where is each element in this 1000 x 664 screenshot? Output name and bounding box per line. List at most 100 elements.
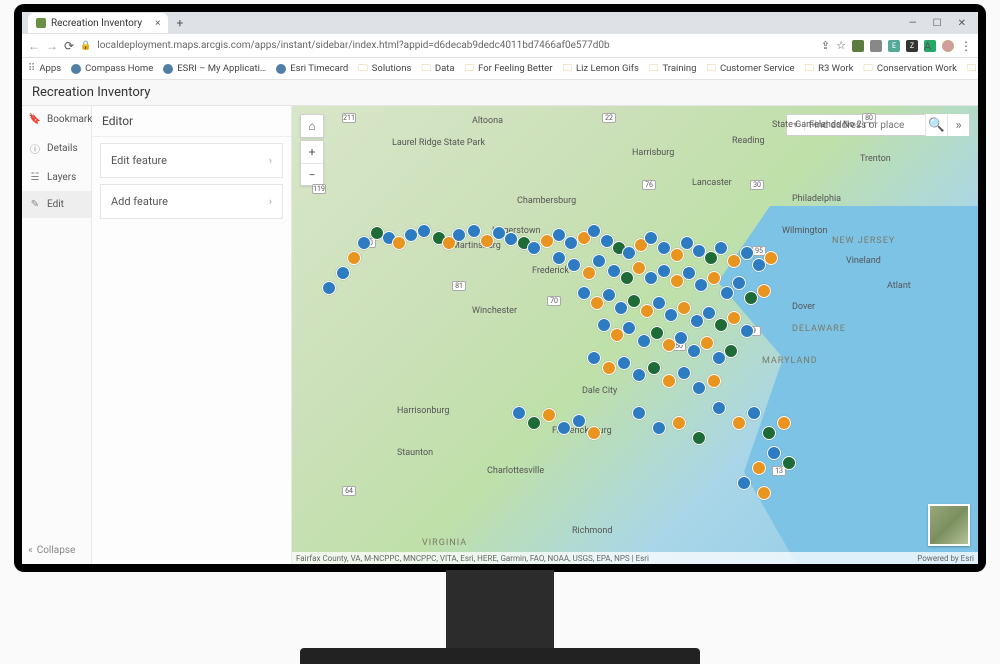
map-marker[interactable] bbox=[732, 416, 746, 430]
bookmark-folder[interactable]: 🗀Customer Service bbox=[706, 61, 794, 77]
sidebar-item-layers[interactable]: ☱Layers bbox=[22, 164, 91, 191]
bookmark-folder[interactable]: 🗀Solutions bbox=[358, 61, 411, 77]
map-marker[interactable] bbox=[637, 334, 651, 348]
map-marker[interactable] bbox=[587, 426, 601, 440]
map-marker[interactable] bbox=[727, 254, 741, 268]
window-max-icon[interactable]: ☐ bbox=[927, 16, 948, 31]
window-close-icon[interactable]: ✕ bbox=[952, 16, 972, 31]
map-marker[interactable] bbox=[732, 276, 746, 290]
reload-icon[interactable]: ⟳ bbox=[64, 39, 74, 53]
map-marker[interactable] bbox=[692, 381, 706, 395]
bookmark-folder[interactable]: 🗀For Feeling Better bbox=[465, 61, 553, 77]
map-marker[interactable] bbox=[607, 264, 621, 278]
map-marker[interactable] bbox=[777, 416, 791, 430]
profile-avatar[interactable] bbox=[942, 40, 954, 52]
map-marker[interactable] bbox=[727, 311, 741, 325]
zoom-in-button[interactable]: + bbox=[301, 141, 323, 163]
basemap-toggle[interactable] bbox=[928, 504, 970, 546]
map-marker[interactable] bbox=[752, 461, 766, 475]
map-marker[interactable] bbox=[617, 356, 631, 370]
map-marker[interactable] bbox=[744, 291, 758, 305]
bookmark-item[interactable]: Compass Home bbox=[71, 63, 153, 74]
map-marker[interactable] bbox=[632, 368, 646, 382]
forward-icon[interactable]: → bbox=[46, 39, 58, 53]
map-marker[interactable] bbox=[762, 426, 776, 440]
edit-feature-button[interactable]: Edit feature› bbox=[100, 143, 283, 178]
map-marker[interactable] bbox=[740, 324, 754, 338]
map-marker[interactable] bbox=[417, 224, 431, 238]
map-marker[interactable] bbox=[720, 286, 734, 300]
map-marker[interactable] bbox=[602, 361, 616, 375]
map-marker[interactable] bbox=[644, 231, 658, 245]
collapse-button[interactable]: «Collapse bbox=[22, 537, 91, 564]
map-marker[interactable] bbox=[620, 271, 634, 285]
map-marker[interactable] bbox=[757, 284, 771, 298]
map-marker[interactable] bbox=[652, 296, 666, 310]
sidebar-item-details[interactable]: ⓘDetails bbox=[22, 133, 91, 164]
map-marker[interactable] bbox=[357, 236, 371, 250]
map-marker[interactable] bbox=[714, 241, 728, 255]
bookmark-item[interactable]: ESRI – My Applicati… bbox=[163, 63, 266, 74]
map-marker[interactable] bbox=[764, 251, 778, 265]
add-feature-button[interactable]: Add feature› bbox=[100, 184, 283, 219]
map-marker[interactable] bbox=[622, 321, 636, 335]
extension-z-icon[interactable]: Z bbox=[906, 40, 918, 52]
map-marker[interactable] bbox=[712, 401, 726, 415]
extension-a-icon[interactable]: A bbox=[924, 40, 936, 52]
map-marker[interactable] bbox=[757, 486, 771, 500]
map-marker[interactable] bbox=[597, 318, 611, 332]
map-marker[interactable] bbox=[692, 431, 706, 445]
new-tab-button[interactable]: + bbox=[168, 16, 191, 30]
map-marker[interactable] bbox=[687, 344, 701, 358]
map-marker[interactable] bbox=[677, 366, 691, 380]
map-marker[interactable] bbox=[700, 336, 714, 350]
share-icon[interactable]: ⇪ bbox=[821, 39, 830, 52]
map-marker[interactable] bbox=[336, 266, 350, 280]
map-marker[interactable] bbox=[467, 224, 481, 238]
map-marker[interactable] bbox=[664, 308, 678, 322]
back-icon[interactable]: ← bbox=[28, 39, 40, 53]
map-marker[interactable] bbox=[587, 224, 601, 238]
map-marker[interactable] bbox=[592, 254, 606, 268]
map-marker[interactable] bbox=[582, 266, 596, 280]
bookmark-folder[interactable]: 🗀Conservation Work bbox=[863, 61, 956, 77]
map-marker[interactable] bbox=[602, 288, 616, 302]
map-marker[interactable] bbox=[322, 281, 336, 295]
map-marker[interactable] bbox=[767, 446, 781, 460]
map-marker[interactable] bbox=[512, 406, 526, 420]
map-marker[interactable] bbox=[782, 456, 796, 470]
browser-tab[interactable]: Recreation Inventory × bbox=[28, 13, 168, 33]
bookmark-folder[interactable]: 🗀R3 Work bbox=[805, 61, 854, 77]
map-marker[interactable] bbox=[737, 476, 751, 490]
map-marker[interactable] bbox=[347, 251, 361, 265]
map-marker[interactable] bbox=[567, 258, 581, 272]
map-marker[interactable] bbox=[552, 251, 566, 265]
star-icon[interactable]: ☆ bbox=[836, 39, 846, 52]
map-marker[interactable] bbox=[504, 232, 518, 246]
map-marker[interactable] bbox=[740, 246, 754, 260]
map-marker[interactable] bbox=[647, 361, 661, 375]
map-marker[interactable] bbox=[677, 301, 691, 315]
map-marker[interactable] bbox=[542, 408, 556, 422]
map-marker[interactable] bbox=[557, 421, 571, 435]
map-marker[interactable] bbox=[632, 261, 646, 275]
map-marker[interactable] bbox=[747, 406, 761, 420]
map-marker[interactable] bbox=[644, 271, 658, 285]
bookmark-folder[interactable]: 🗀Data bbox=[421, 61, 454, 77]
extension-icon[interactable] bbox=[852, 40, 864, 52]
sidebar-item-bookmarks[interactable]: 🔖Bookmarks bbox=[22, 106, 91, 133]
map-marker[interactable] bbox=[564, 236, 578, 250]
map-marker[interactable] bbox=[652, 421, 666, 435]
map-marker[interactable] bbox=[404, 228, 418, 242]
search-more-button[interactable]: » bbox=[947, 114, 969, 136]
bookmark-folder[interactable]: 🗀Training bbox=[649, 61, 697, 77]
map-marker[interactable] bbox=[577, 286, 591, 300]
close-tab-icon[interactable]: × bbox=[155, 18, 160, 29]
map-marker[interactable] bbox=[614, 301, 628, 315]
map-marker[interactable] bbox=[714, 318, 728, 332]
map-marker[interactable] bbox=[662, 374, 676, 388]
map-marker[interactable] bbox=[572, 414, 586, 428]
map-marker[interactable] bbox=[694, 278, 708, 292]
bookmark-folder[interactable]: 🗀Liz Lemon Gifs bbox=[562, 61, 639, 77]
map-marker[interactable] bbox=[527, 241, 541, 255]
